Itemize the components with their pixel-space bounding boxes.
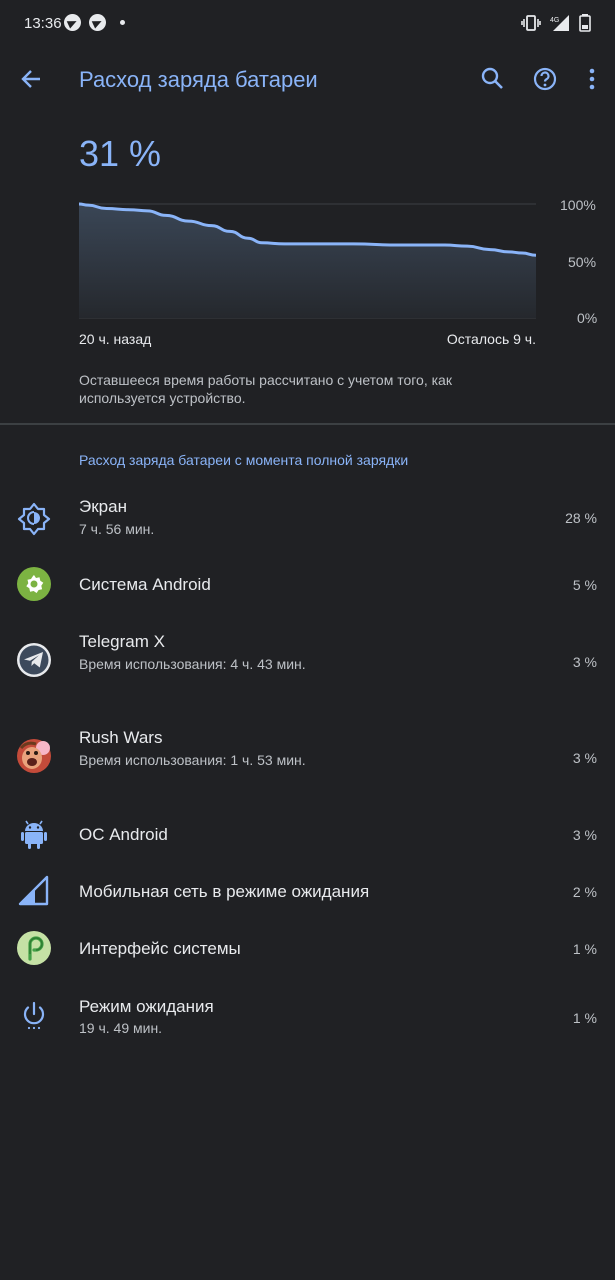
list-item-percent: 3 % bbox=[572, 654, 597, 670]
battery-icon bbox=[579, 14, 591, 32]
list-item-system-ui[interactable]: Интерфейс системы 1 % bbox=[0, 926, 615, 970]
app-bar: Расход заряда батареи bbox=[0, 48, 615, 110]
divider bbox=[0, 423, 615, 425]
list-item-title: Интерфейс системы bbox=[79, 939, 241, 958]
notification-dot-icon bbox=[120, 20, 125, 25]
section-header: Расход заряда батареи с момента полной з… bbox=[79, 452, 409, 468]
brightness-icon bbox=[17, 502, 51, 536]
list-item-title: Режим ожидания bbox=[79, 997, 214, 1016]
list-item-percent: 5 % bbox=[572, 577, 597, 593]
chart-area bbox=[79, 204, 536, 318]
list-item-subtitle: Время использования: 1 ч. 53 мин. bbox=[79, 752, 306, 768]
page-title: Расход заряда батареи bbox=[79, 67, 318, 92]
estimate-note: Оставшееся время работы рассчитано с уче… bbox=[79, 372, 452, 406]
list-item-percent: 2 % bbox=[572, 884, 597, 900]
cell-signal-icon bbox=[18, 875, 49, 906]
list-item-percent: 3 % bbox=[572, 827, 597, 843]
list-item-standby[interactable]: Режим ожидания 19 ч. 49 мин. 1 % bbox=[0, 990, 615, 1050]
list-item-title: ОС Android bbox=[79, 825, 168, 844]
list-item-subtitle: Время использования: 4 ч. 43 мин. bbox=[79, 656, 306, 672]
battery-chart: 100% 50% 0% bbox=[78, 197, 597, 326]
more-vert-icon[interactable] bbox=[577, 64, 607, 94]
list-item-screen[interactable]: Экран 7 ч. 56 мин. 28 % bbox=[0, 490, 615, 550]
android-robot-icon bbox=[21, 820, 47, 849]
list-item-mobile-network[interactable]: Мобильная сеть в режиме ожидания 2 % bbox=[0, 869, 615, 913]
rush-wars-icon bbox=[17, 739, 51, 773]
chart-x-end-label: Осталось 9 ч. bbox=[446, 331, 536, 347]
list-item-title: Экран bbox=[79, 497, 127, 516]
help-icon[interactable] bbox=[530, 64, 560, 94]
list-item-percent: 28 % bbox=[565, 510, 597, 526]
telegram-icon bbox=[64, 14, 81, 31]
android-system-gear-icon bbox=[17, 567, 51, 601]
list-item-subtitle: 7 ч. 56 мин. bbox=[79, 521, 155, 537]
signal-4g-icon: 4G bbox=[550, 15, 569, 31]
power-standby-icon bbox=[23, 1001, 45, 1030]
status-time: 13:36 bbox=[24, 15, 62, 32]
y-tick-100: 100% bbox=[560, 197, 596, 213]
status-bar: 13:36 4G bbox=[0, 0, 615, 48]
list-item-rush-wars[interactable]: Rush Wars Время использования: 1 ч. 53 м… bbox=[0, 721, 615, 793]
list-item-title: Telegram X bbox=[79, 632, 165, 651]
list-item-percent: 1 % bbox=[572, 941, 597, 957]
telegram-x-icon bbox=[17, 643, 51, 677]
svg-text:4G: 4G bbox=[550, 17, 559, 24]
chart-x-start-label: 20 ч. назад bbox=[79, 331, 152, 347]
battery-level: 31 % bbox=[79, 133, 162, 174]
y-tick-50: 50% bbox=[568, 254, 596, 270]
search-icon[interactable] bbox=[478, 64, 508, 94]
list-item-title: Система Android bbox=[79, 575, 211, 594]
y-tick-0: 0% bbox=[577, 310, 597, 326]
system-ui-icon bbox=[17, 931, 51, 965]
list-item-title: Мобильная сеть в режиме ожидания bbox=[79, 882, 370, 901]
list-item-title: Rush Wars bbox=[79, 728, 163, 747]
telegram-icon bbox=[89, 14, 106, 31]
list-item-subtitle: 19 ч. 49 мин. bbox=[79, 1020, 163, 1036]
list-item-android-os[interactable]: ОС Android 3 % bbox=[0, 812, 615, 856]
vibrate-icon bbox=[521, 15, 541, 31]
list-item-android-system[interactable]: Система Android 5 % bbox=[0, 562, 615, 606]
back-arrow-icon[interactable] bbox=[16, 64, 46, 94]
list-item-percent: 3 % bbox=[572, 750, 597, 766]
list-item-telegram-x[interactable]: Telegram X Время использования: 4 ч. 43 … bbox=[0, 625, 615, 697]
list-item-percent: 1 % bbox=[572, 1010, 597, 1026]
